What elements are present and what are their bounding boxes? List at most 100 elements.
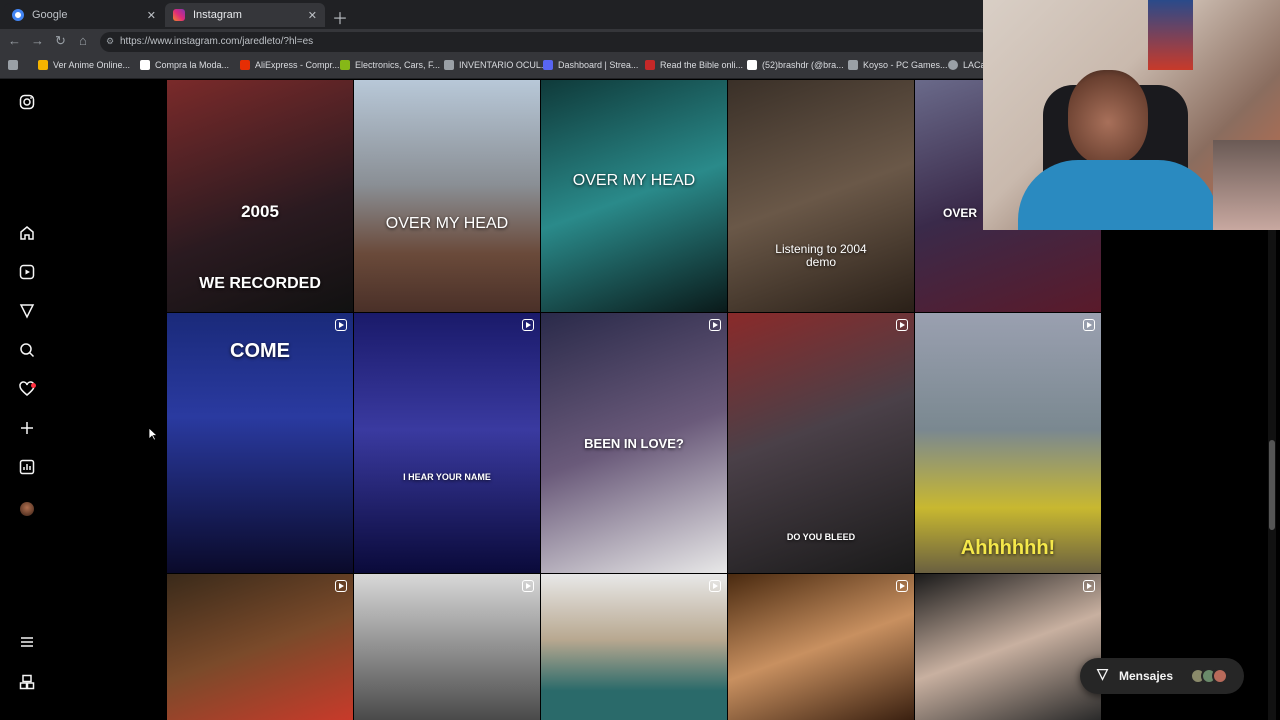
post-caption: Listening to 2004 demo xyxy=(775,242,867,269)
bookmark-label: Ver Anime Online... xyxy=(53,60,131,70)
google-favicon-icon xyxy=(12,9,24,21)
reload-icon[interactable]: ↻ xyxy=(55,33,66,49)
bed-image xyxy=(1213,140,1280,230)
person-shirt-image xyxy=(1018,160,1218,230)
reel-icon xyxy=(896,580,908,592)
post-caption: OVER xyxy=(943,206,978,220)
reel-icon xyxy=(335,319,347,331)
post-caption: BEEN IN LOVE? xyxy=(584,436,684,451)
site-info-icon[interactable]: ⚙ xyxy=(106,36,114,47)
post-caption: OVER MY HEAD xyxy=(572,172,696,189)
close-tab-icon[interactable]: ✕ xyxy=(147,9,156,22)
post-tile[interactable]: Listening to 2004 demo xyxy=(728,80,914,312)
reel-icon xyxy=(335,580,347,592)
bookmark-favicon-icon xyxy=(444,60,454,70)
reel-icon xyxy=(709,580,721,592)
poster-image xyxy=(1148,0,1193,70)
bookmark-item[interactable]: INVENTARIO OCUL... xyxy=(444,60,548,70)
messages-label: Mensajes xyxy=(1119,669,1174,683)
bookmark-label: Read the Bible onli... xyxy=(660,60,744,70)
reels-icon[interactable] xyxy=(17,264,37,284)
post-caption: I HEAR YOUR NAME xyxy=(403,472,491,482)
bookmark-favicon-icon xyxy=(747,60,757,70)
post-tile[interactable]: DO YOU BLEED xyxy=(728,313,914,573)
tab-google[interactable]: Google ✕ xyxy=(4,3,164,27)
bookmark-favicon-icon xyxy=(38,60,48,70)
profile-avatar[interactable] xyxy=(20,502,34,516)
post-tile[interactable] xyxy=(354,574,540,720)
bookmark-item[interactable]: Read the Bible onli... xyxy=(645,60,743,70)
scrollbar-thumb[interactable] xyxy=(1269,440,1275,530)
post-tile[interactable] xyxy=(541,574,727,720)
instagram-sidebar xyxy=(0,80,160,720)
post-tile[interactable]: BEEN IN LOVE? xyxy=(541,313,727,573)
bookmark-label: Koyso - PC Games... xyxy=(863,60,948,70)
explore-icon[interactable] xyxy=(17,303,37,323)
bookmark-label: Compra la Moda... xyxy=(155,60,230,70)
dashboard-icon[interactable] xyxy=(17,459,37,479)
apps-icon[interactable] xyxy=(8,60,23,70)
bookmark-label: Dashboard | Strea... xyxy=(558,60,639,70)
more-icon[interactable] xyxy=(17,674,37,694)
post-tile[interactable] xyxy=(167,574,353,720)
bookmark-label: INVENTARIO OCUL... xyxy=(459,60,549,70)
tab-title: Instagram xyxy=(193,9,242,21)
bookmark-item[interactable]: Dashboard | Strea... xyxy=(543,60,638,70)
post-tile[interactable]: Ahhhhhh! xyxy=(915,313,1101,573)
post-caption: WE RECORDED xyxy=(199,275,321,292)
post-tile[interactable]: 2005 WE RECORDED xyxy=(167,80,353,312)
mouse-cursor-icon xyxy=(148,427,158,441)
instagram-logo-icon[interactable] xyxy=(17,94,37,114)
bookmark-item[interactable]: Electronics, Cars, F... xyxy=(340,60,440,70)
bookmark-favicon-icon xyxy=(340,60,350,70)
post-tile[interactable]: OVER MY HEAD xyxy=(541,80,727,312)
bookmark-favicon-icon xyxy=(645,60,655,70)
avatar xyxy=(1212,668,1228,684)
post-caption: Ahhhhhh! xyxy=(960,537,1056,559)
reel-icon xyxy=(1083,319,1095,331)
close-tab-icon[interactable]: ✕ xyxy=(308,9,317,22)
home-icon[interactable] xyxy=(17,225,37,245)
bookmark-favicon-icon xyxy=(240,60,250,70)
reel-icon xyxy=(896,319,908,331)
bookmark-item[interactable]: Ver Anime Online... xyxy=(38,60,130,70)
bookmark-favicon-icon xyxy=(948,60,958,70)
bookmark-label: (52)brashdr (@bra... xyxy=(762,60,844,70)
bookmark-label: AliExpress - Compr... xyxy=(255,60,340,70)
webcam-overlay xyxy=(983,0,1280,230)
reel-icon xyxy=(522,580,534,592)
back-icon[interactable]: ← xyxy=(8,33,21,48)
bookmark-favicon-icon xyxy=(848,60,858,70)
bookmark-favicon-icon xyxy=(543,60,553,70)
post-tile[interactable] xyxy=(915,574,1101,720)
search-icon[interactable] xyxy=(17,342,37,362)
message-avatars xyxy=(1190,668,1228,684)
new-tab-icon[interactable]: ＋ xyxy=(332,5,348,29)
bookmark-favicon-icon xyxy=(140,60,150,70)
apps-grid-icon xyxy=(8,60,18,70)
bookmark-item[interactable]: AliExpress - Compr... xyxy=(240,60,340,70)
post-tile[interactable]: COME xyxy=(167,313,353,573)
post-caption: COME xyxy=(230,340,290,362)
messages-button[interactable]: Mensajes xyxy=(1080,658,1244,694)
create-icon[interactable] xyxy=(17,420,37,440)
post-caption: OVER MY HEAD xyxy=(385,215,509,232)
post-caption: 2005 xyxy=(241,202,279,221)
bookmark-item[interactable]: Compra la Moda... xyxy=(140,60,229,70)
reel-icon xyxy=(522,319,534,331)
menu-icon[interactable] xyxy=(17,634,37,654)
tab-instagram[interactable]: Instagram ✕ xyxy=(165,3,325,27)
person-head-image xyxy=(1068,70,1148,165)
post-caption: DO YOU BLEED xyxy=(786,532,856,542)
post-tile[interactable]: OVER MY HEAD xyxy=(354,80,540,312)
address-bar[interactable]: ⚙ https://www.instagram.com/jaredleto/?h… xyxy=(100,32,990,52)
instagram-favicon-icon xyxy=(173,9,185,21)
post-tile[interactable]: I HEAR YOUR NAME xyxy=(354,313,540,573)
forward-icon[interactable]: → xyxy=(31,33,44,48)
reel-icon xyxy=(709,319,721,331)
post-tile[interactable] xyxy=(728,574,914,720)
bookmark-item[interactable]: Koyso - PC Games... xyxy=(848,60,948,70)
bookmark-item[interactable]: (52)brashdr (@bra... xyxy=(747,60,844,70)
send-icon xyxy=(1096,668,1109,684)
home-button-icon[interactable]: ⌂ xyxy=(79,33,87,48)
